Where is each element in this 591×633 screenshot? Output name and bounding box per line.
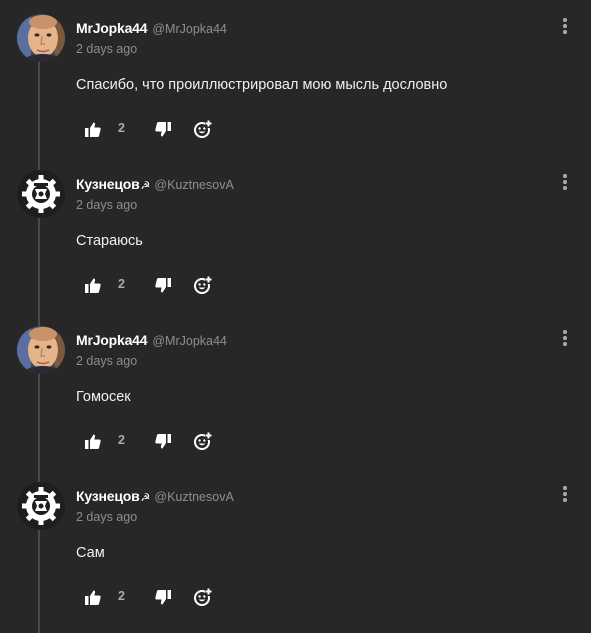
user-handle[interactable]: @KuztnesovA <box>154 178 233 192</box>
like-button[interactable] <box>84 118 102 140</box>
comment-item: MrJopka44 @MrJopka44 2 days ago Гомосек 2 <box>0 312 591 468</box>
timestamp[interactable]: 2 days ago <box>76 354 137 368</box>
more-options-button[interactable] <box>556 16 574 36</box>
avatar[interactable] <box>17 326 65 374</box>
thumbs-up-icon <box>85 434 101 449</box>
thumbs-down-icon <box>155 121 171 136</box>
comment-text: Сам <box>76 545 105 561</box>
reply-emoji-icon <box>194 276 212 294</box>
comment-text: Гомосек <box>76 389 131 405</box>
thumbs-down-icon <box>155 589 171 604</box>
more-options-button[interactable] <box>556 484 574 504</box>
badge: ☭ <box>140 180 151 192</box>
reply-button[interactable] <box>192 118 214 140</box>
reply-emoji-icon <box>194 432 212 450</box>
like-button[interactable] <box>84 274 102 296</box>
comment-item: Кузнецов☭ @KuztnesovA 2 days ago Сам 2 <box>0 468 591 624</box>
reply-emoji-icon <box>194 588 212 606</box>
comment-header: MrJopka44 @MrJopka44 <box>76 20 227 38</box>
more-options-button[interactable] <box>556 172 574 192</box>
like-count: 2 <box>118 589 125 603</box>
thumbs-up-icon <box>85 122 101 137</box>
avatar[interactable] <box>17 14 65 62</box>
reply-emoji-icon <box>194 120 212 138</box>
user-handle[interactable]: @MrJopka44 <box>152 22 227 36</box>
face-photo-icon <box>17 14 65 62</box>
thumbs-up-icon <box>85 590 101 605</box>
user-handle[interactable]: @KuztnesovA <box>154 490 233 504</box>
dislike-button[interactable] <box>154 118 172 140</box>
like-count: 2 <box>118 121 125 135</box>
gear-emblem-icon <box>17 482 65 530</box>
thumbs-down-icon <box>155 433 171 448</box>
reply-button[interactable] <box>192 430 214 452</box>
reply-button[interactable] <box>192 586 214 608</box>
timestamp[interactable]: 2 days ago <box>76 198 137 212</box>
gear-emblem-icon <box>17 170 65 218</box>
comment-header: MrJopka44 @MrJopka44 <box>76 332 227 350</box>
comment-thread: MrJopka44 @MrJopka44 2 days ago Спасибо, … <box>0 0 591 633</box>
comment-text: Стараюсь <box>76 233 143 249</box>
avatar[interactable] <box>17 170 65 218</box>
face-photo-icon <box>17 326 65 374</box>
avatar[interactable] <box>17 482 65 530</box>
like-button[interactable] <box>84 586 102 608</box>
username[interactable]: MrJopka44 <box>76 332 148 348</box>
dislike-button[interactable] <box>154 430 172 452</box>
timestamp[interactable]: 2 days ago <box>76 510 137 524</box>
username[interactable]: MrJopka44 <box>76 20 148 36</box>
comment-header: Кузнецов☭ @KuztnesovA <box>76 176 234 194</box>
like-count: 2 <box>118 433 125 447</box>
reply-button[interactable] <box>192 274 214 296</box>
dislike-button[interactable] <box>154 586 172 608</box>
username[interactable]: Кузнецов <box>76 176 140 192</box>
like-button[interactable] <box>84 430 102 452</box>
comment-item: MrJopka44 @MrJopka44 2 days ago Спасибо, … <box>0 0 591 156</box>
comment-item: Кузнецов☭ @KuztnesovA 2 days ago Стараюсь… <box>0 156 591 312</box>
more-options-button[interactable] <box>556 328 574 348</box>
thumbs-down-icon <box>155 277 171 292</box>
comment-text: Спасибо, что проиллюстрировал мою мысль … <box>76 77 448 93</box>
comment-header: Кузнецов☭ @KuztnesovA <box>76 488 234 506</box>
badge: ☭ <box>140 492 151 504</box>
user-handle[interactable]: @MrJopka44 <box>152 334 227 348</box>
username[interactable]: Кузнецов <box>76 488 140 504</box>
like-count: 2 <box>118 277 125 291</box>
thumbs-up-icon <box>85 278 101 293</box>
timestamp[interactable]: 2 days ago <box>76 42 137 56</box>
dislike-button[interactable] <box>154 274 172 296</box>
